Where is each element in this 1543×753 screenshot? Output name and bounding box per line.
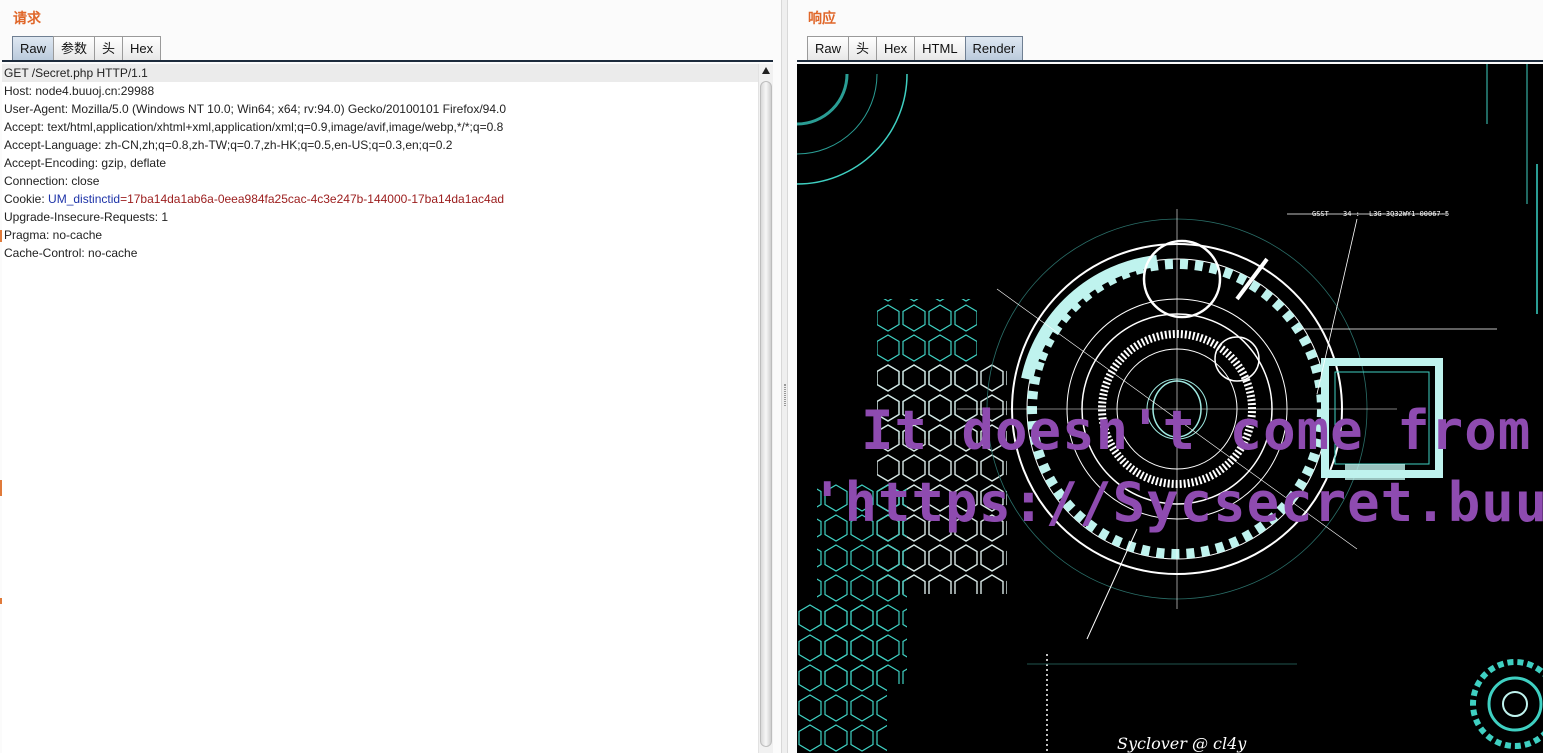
tab-divider <box>2 60 773 62</box>
response-tabbar: Raw 头 Hex HTML Render <box>807 36 1024 61</box>
gutter-marker <box>0 230 2 242</box>
request-line: GET /Secret.php HTTP/1.1 <box>2 64 758 82</box>
hud-label: L3G-3Q32WY1-00067-5 <box>1369 210 1449 218</box>
tab-divider <box>797 60 1543 62</box>
footer-signature: Syclover @ cl4y <box>1117 734 1247 753</box>
hud-label: GSST <box>1312 210 1330 218</box>
pane-splitter[interactable] <box>781 0 788 753</box>
pragma-header: Pragma: no-cache <box>4 228 103 242</box>
tab-render[interactable]: Render <box>964 36 1024 61</box>
request-tabbar: Raw 参数 头 Hex <box>12 36 162 61</box>
tab-params[interactable]: 参数 <box>53 36 96 61</box>
gutter-marker <box>0 480 2 496</box>
upgrade-insecure-header: Upgrade-Insecure-Requests: 1 <box>4 210 169 224</box>
response-pane: 响应 Raw 头 Hex HTML Render GSST 34: L3G-3… <box>788 0 1543 753</box>
tab-headers[interactable]: 头 <box>848 36 878 61</box>
response-title: 响应 <box>808 11 836 27</box>
request-title: 请求 <box>13 11 41 27</box>
request-editor[interactable]: GET /Secret.php HTTP/1.1 Host: node4.buu… <box>2 64 758 753</box>
accept-header: Accept: text/html,application/xhtml+xml,… <box>4 120 504 134</box>
tab-raw[interactable]: Raw <box>12 36 55 61</box>
accept-encoding-header: Accept-Encoding: gzip, deflate <box>4 156 167 170</box>
cookie-name: UM_distinctid <box>48 192 121 206</box>
cookie-prefix: Cookie: <box>4 192 49 206</box>
tab-hex[interactable]: Hex <box>876 36 916 61</box>
request-scrollbar[interactable] <box>758 64 773 753</box>
request-pane: 请求 Raw 参数 头 Hex GET /Secret.php HTTP/1.1… <box>0 0 781 753</box>
scroll-thumb[interactable] <box>760 81 772 747</box>
cookie-header: Cookie: UM_distinctid=17ba14da1ab6a-0eea… <box>2 190 758 208</box>
splitter-grip[interactable] <box>784 384 786 406</box>
host-header: Host: node4.buuoj.cn:29988 <box>4 84 155 98</box>
gutter-marker <box>0 598 2 604</box>
rendered-page: GSST 34 : L3G-3Q32WY1-00067-5 It doesn't… <box>797 64 1543 753</box>
user-agent-header: User-Agent: Mozilla/5.0 (Windows NT 10.0… <box>4 102 507 116</box>
tab-hex[interactable]: Hex <box>122 36 162 61</box>
tab-html[interactable]: HTML <box>914 36 966 61</box>
response-message-line-1: It doesn't come from <box>861 399 1532 462</box>
tab-raw[interactable]: Raw <box>807 36 850 61</box>
accept-language-header: Accept-Language: zh-CN,zh;q=0.8,zh-TW;q=… <box>4 138 453 152</box>
cookie-value: =17ba14da1ab6a-0eea984fa25cac-4c3e247b-1… <box>120 192 505 206</box>
response-message-line-2: 'https://Sycsecret.buuc <box>811 471 1543 534</box>
connection-header: Connection: close <box>4 174 100 188</box>
tab-headers[interactable]: 头 <box>94 36 124 61</box>
triangle-up-icon[interactable] <box>762 67 770 74</box>
cache-control-header: Cache-Control: no-cache <box>4 246 138 260</box>
hud-label: 34 : <box>1343 210 1360 218</box>
